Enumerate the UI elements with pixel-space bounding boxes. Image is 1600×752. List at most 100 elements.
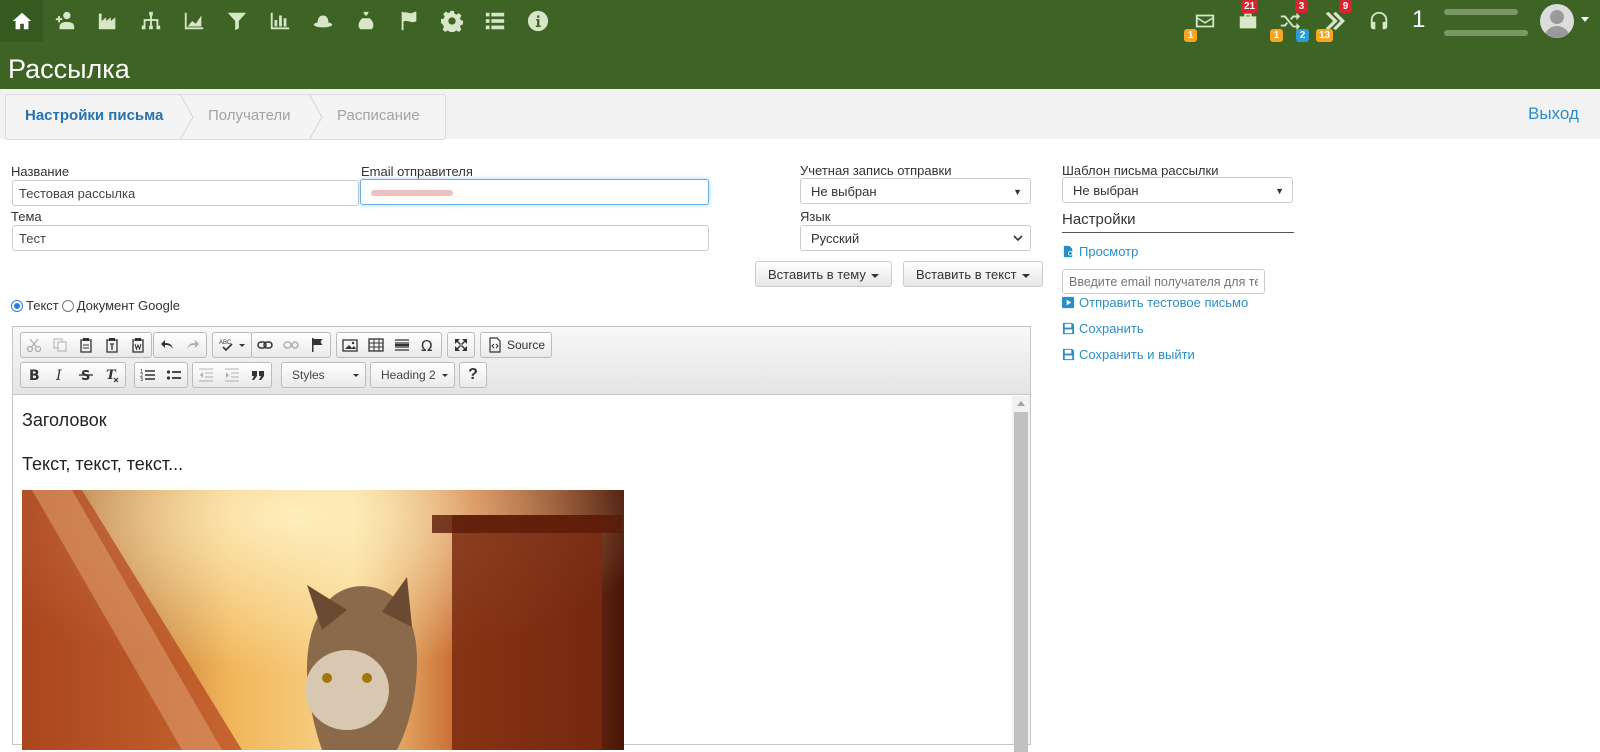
bold-icon[interactable]: B xyxy=(21,363,47,387)
user-role-blurred xyxy=(1444,30,1528,36)
wizard-steps: Настройки письма Получатели Расписание xyxy=(5,93,446,141)
paste-word-icon[interactable] xyxy=(125,333,151,357)
special-char-icon[interactable]: Ω xyxy=(415,333,441,357)
insert-into-text-label: Вставить в текст xyxy=(916,267,1017,282)
help-button[interactable]: ? xyxy=(460,363,486,387)
caret-down-icon xyxy=(1021,273,1030,278)
undo-icon[interactable] xyxy=(154,333,180,357)
insert-into-subject-button[interactable]: Вставить в тему xyxy=(755,261,892,287)
cut-icon[interactable] xyxy=(21,333,47,357)
user-menu-caret-icon[interactable] xyxy=(1581,17,1589,22)
outdent-icon[interactable] xyxy=(193,363,219,387)
source-group: Source xyxy=(480,332,553,358)
source-icon xyxy=(489,337,501,353)
bar-chart-icon[interactable] xyxy=(258,0,301,42)
factory-icon[interactable] xyxy=(86,0,129,42)
name-input[interactable]: Тестовая рассылка xyxy=(12,180,359,206)
hat-icon[interactable] xyxy=(301,0,344,42)
step-separator xyxy=(179,93,206,141)
anchor-flag-icon[interactable] xyxy=(304,333,330,357)
format-dropdown-label: Heading 2 xyxy=(381,368,436,382)
paste-text-icon[interactable] xyxy=(99,333,125,357)
scrollbar-thumb[interactable] xyxy=(1014,412,1028,752)
filter-icon[interactable] xyxy=(215,0,258,42)
money-bag-icon[interactable] xyxy=(344,0,387,42)
template-select[interactable]: Не выбран ▼ xyxy=(1062,177,1293,203)
unlink-icon[interactable] xyxy=(278,333,304,357)
basic-styles-group: B I S T xyxy=(20,362,126,388)
source-label: Source xyxy=(507,338,546,352)
radio-google-doc-label: Документ Google xyxy=(76,298,180,313)
list-icon[interactable] xyxy=(473,0,516,42)
floppy-icon xyxy=(1062,322,1075,335)
svg-text:S: S xyxy=(81,369,90,383)
sender-email-label: Email отправителя xyxy=(361,164,473,179)
maximize-icon[interactable] xyxy=(448,333,474,357)
logout-link[interactable]: Выход xyxy=(1528,104,1579,124)
headset-icon[interactable] xyxy=(1359,0,1399,42)
test-email-input[interactable] xyxy=(1062,269,1265,294)
blockquote-icon[interactable] xyxy=(245,363,271,387)
content-type-radios: Текст Документ Google xyxy=(11,298,180,313)
area-chart-icon[interactable] xyxy=(172,0,215,42)
image-icon[interactable] xyxy=(337,333,363,357)
editor-scrollbar[interactable] xyxy=(1012,396,1030,752)
insert-into-text-button[interactable]: Вставить в текст xyxy=(903,261,1043,287)
editor-content-area[interactable]: Заголовок Текст, текст, текст... xyxy=(13,396,1012,750)
info-icon[interactable] xyxy=(516,0,559,42)
step-recipients[interactable]: Получатели xyxy=(208,107,291,124)
redo-icon[interactable] xyxy=(180,333,206,357)
sitemap-icon[interactable] xyxy=(129,0,172,42)
radio-google-doc[interactable] xyxy=(61,299,74,312)
horizontal-rule-icon[interactable] xyxy=(389,333,415,357)
save-link[interactable]: Сохранить xyxy=(1062,321,1144,336)
remove-format-icon[interactable]: T xyxy=(99,363,125,387)
cat-photo[interactable] xyxy=(22,490,624,750)
strike-icon[interactable]: S xyxy=(73,363,99,387)
save-link-label: Сохранить xyxy=(1079,321,1144,336)
clipboard-group xyxy=(20,332,152,358)
radio-text[interactable] xyxy=(11,299,23,312)
caret-down-icon xyxy=(870,273,879,278)
account-select[interactable]: Не выбран ▼ xyxy=(800,178,1031,204)
name-label: Название xyxy=(11,164,70,179)
styles-dropdown[interactable]: Styles xyxy=(281,362,366,388)
arrows-sub-badge: 13 xyxy=(1316,29,1334,42)
rich-text-editor: ABC Ω Source B I S T 123 Styles Heading … xyxy=(12,326,1031,752)
scroll-up-arrow-icon[interactable] xyxy=(1017,401,1025,406)
link-icon[interactable] xyxy=(252,333,278,357)
avatar[interactable] xyxy=(1540,4,1574,38)
send-test-link[interactable]: Отправить тестовое письмо xyxy=(1062,295,1248,310)
preview-link[interactable]: Просмотр xyxy=(1062,244,1138,259)
gear-icon[interactable] xyxy=(430,0,473,42)
language-select[interactable]: Русский xyxy=(800,225,1031,251)
paste-icon[interactable] xyxy=(73,333,99,357)
sender-email-input[interactable] xyxy=(360,179,709,205)
step-letter-settings[interactable]: Настройки письма xyxy=(25,107,163,124)
caret-down-icon xyxy=(353,374,359,377)
step-schedule[interactable]: Расписание xyxy=(337,107,420,124)
home-icon[interactable] xyxy=(0,0,43,42)
help-label: ? xyxy=(468,366,478,383)
numbered-list-icon[interactable]: 123 xyxy=(135,363,161,387)
radio-text-label: Текст xyxy=(26,298,59,313)
svg-text:I: I xyxy=(55,368,62,383)
sender-email-blurred xyxy=(371,190,453,196)
copy-icon[interactable] xyxy=(47,333,73,357)
bullet-list-icon[interactable] xyxy=(161,363,187,387)
table-icon[interactable] xyxy=(363,333,389,357)
format-dropdown[interactable]: Heading 2 xyxy=(370,362,455,388)
dropdown-arrow-icon: ▼ xyxy=(1275,186,1284,196)
indent-group xyxy=(192,362,272,388)
italic-icon[interactable]: I xyxy=(47,363,73,387)
top-navbar: 1 21 1 3 2 9 13 1 xyxy=(0,0,1600,42)
save-and-exit-link[interactable]: Сохранить и выйти xyxy=(1062,347,1195,362)
subject-input[interactable]: Тест xyxy=(12,225,709,251)
source-button[interactable]: Source xyxy=(481,333,551,357)
spellcheck-icon[interactable]: ABC xyxy=(213,333,251,357)
insert-into-subject-label: Вставить в тему xyxy=(768,267,866,282)
flag-icon[interactable] xyxy=(387,0,430,42)
indent-icon[interactable] xyxy=(219,363,245,387)
user-count: 1 xyxy=(1412,6,1426,33)
users-icon[interactable] xyxy=(43,0,86,42)
